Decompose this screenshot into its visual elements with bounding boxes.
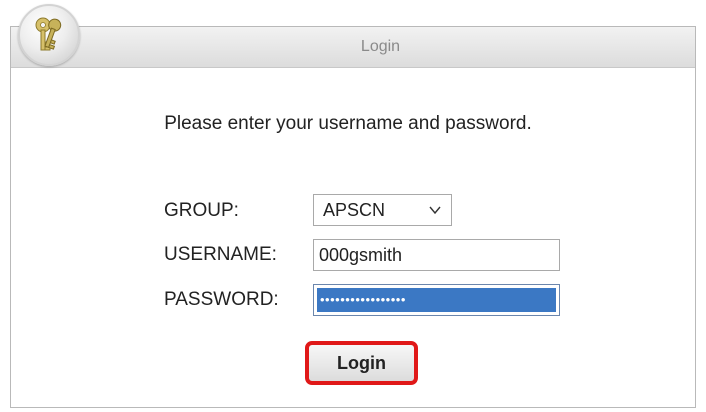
group-select-value: APSCN <box>323 199 386 220</box>
group-select[interactable]: APSCN <box>313 194 452 226</box>
login-prompt: Please enter your username and password. <box>164 113 532 134</box>
login-titlebar: Login <box>11 27 695 68</box>
group-label: GROUP: <box>164 200 239 221</box>
chevron-down-icon <box>429 206 441 215</box>
keys-icon <box>18 4 80 66</box>
username-input[interactable] <box>313 239 560 271</box>
login-button[interactable]: Login <box>305 341 418 385</box>
login-title: Login <box>360 38 401 55</box>
username-label: USERNAME: <box>164 244 277 265</box>
password-input[interactable]: ••••••••••••••••• <box>313 284 560 316</box>
password-selected-text: ••••••••••••••••• <box>317 288 556 312</box>
password-label: PASSWORD: <box>164 289 279 310</box>
